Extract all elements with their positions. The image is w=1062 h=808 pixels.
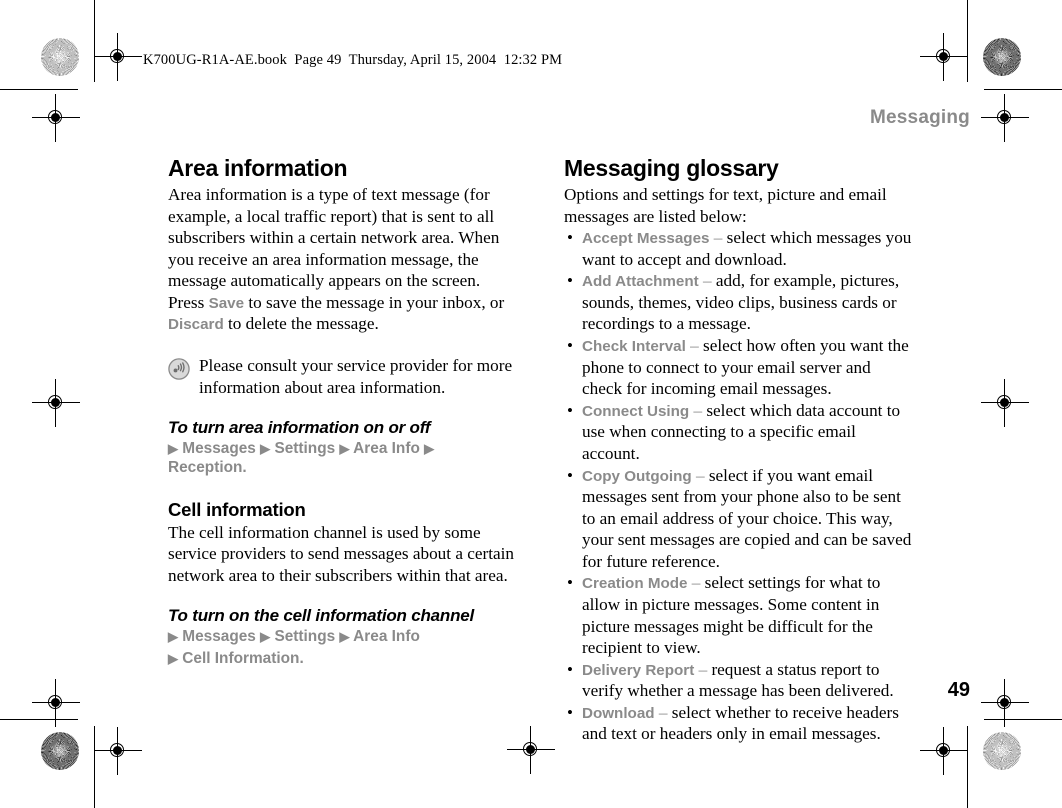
nav-step-area-info: Area Info <box>353 628 420 646</box>
glossary-term: Copy Outgoing <box>582 467 692 485</box>
glossary-dash: – <box>703 271 712 291</box>
list-item: • Download – select whether to receive he… <box>564 702 912 745</box>
glossary-dash: – <box>695 465 705 485</box>
glossary-term: Add Attachment <box>582 273 699 291</box>
bullet-icon: • <box>567 400 573 420</box>
list-item: • Check Interval – select how often you w… <box>564 335 912 400</box>
tip-broadcast-icon <box>168 358 190 380</box>
glossary-dash: – <box>713 228 723 248</box>
arrow-icon: ▶ <box>168 441 178 457</box>
glossary-term: Accept Messages <box>582 230 710 248</box>
list-item: • Delivery Report – request a status repo… <box>564 659 912 702</box>
arrow-icon: ▶ <box>168 629 178 645</box>
intro-text-part-2: to save the message in your inbox, or <box>244 292 505 312</box>
bullet-icon: • <box>567 228 573 248</box>
list-item: • Connect Using – select which data accou… <box>564 400 912 465</box>
glossary-term: Download <box>582 704 655 722</box>
nav-step-reception: Reception <box>168 459 243 477</box>
arrow-icon: ▶ <box>424 441 435 457</box>
bullet-icon: • <box>567 573 573 593</box>
subsection-heading-cell-information: Cell information <box>168 498 306 520</box>
glossary-dash: – <box>658 702 668 722</box>
glossary-list: • Accept Messages – select which messages… <box>564 227 912 745</box>
area-information-intro-paragraph: Area information is a type of text messa… <box>168 184 516 335</box>
gui-label-save: Save <box>208 294 245 312</box>
navigation-path-area-info-reception: ▶ Messages ▶ Settings ▶ Area Info ▶ Rece… <box>168 439 516 478</box>
procedure-heading-turn-area-info-on-off: To turn area information on or off <box>168 418 431 438</box>
source-file-header: K700UG-R1A-AE.book Page 49 Thursday, Apr… <box>143 52 563 68</box>
page-number: 49 <box>947 679 970 701</box>
cell-information-paragraph: The cell information channel is used by … <box>168 522 515 585</box>
nav-step-settings: Settings <box>274 440 336 458</box>
glossary-dash: – <box>693 400 703 420</box>
arrow-icon: ▶ <box>260 629 271 645</box>
section-heading-area-information: Area information <box>168 155 348 181</box>
list-item: • Creation Mode – select settings for wha… <box>564 572 912 658</box>
running-head-chapter-title: Messaging <box>870 107 970 128</box>
arrow-icon: ▶ <box>339 441 350 457</box>
right-column: Messaging glossary Options and settings … <box>564 155 912 745</box>
nav-step-cell-information: Cell Information <box>182 649 300 667</box>
list-item: • Copy Outgoing – select if you want emai… <box>564 465 912 573</box>
list-item: • Accept Messages – select which messages… <box>564 227 912 270</box>
note-callout-text: Please consult your service provider for… <box>199 356 513 397</box>
glossary-dash: – <box>691 573 701 593</box>
note-callout: Please consult your service provider for… <box>168 355 516 398</box>
gui-label-discard: Discard <box>168 316 224 334</box>
bullet-icon: • <box>567 465 573 485</box>
bullet-icon: • <box>567 659 573 679</box>
glossary-term: Connect Using <box>582 402 690 420</box>
arrow-icon: ▶ <box>339 629 350 645</box>
manual-page: K700UG-R1A-AE.book Page 49 Thursday, Apr… <box>0 0 1062 808</box>
intro-text-part-3: to delete the message. <box>223 314 379 334</box>
navigation-path-cell-info-line-2: ▶ Cell Information. <box>168 649 516 668</box>
nav-step-settings: Settings <box>274 628 336 646</box>
navigation-path-cell-info-line-1: ▶ Messages ▶ Settings ▶ Area Info <box>168 627 516 646</box>
bullet-icon: • <box>567 702 573 722</box>
glossary-term: Creation Mode <box>582 575 688 593</box>
section-heading-messaging-glossary: Messaging glossary <box>564 155 779 181</box>
nav-path-terminator: . <box>299 649 304 667</box>
nav-step-messages: Messages <box>182 440 256 458</box>
arrow-icon: ▶ <box>260 441 271 457</box>
glossary-intro-paragraph: Options and settings for text, picture a… <box>564 185 887 226</box>
nav-step-area-info: Area Info <box>353 440 420 458</box>
arrow-icon: ▶ <box>168 650 178 666</box>
bullet-icon: • <box>567 336 573 356</box>
glossary-dash: – <box>690 336 699 356</box>
glossary-term: Check Interval <box>582 338 686 356</box>
procedure-heading-turn-on-cell-information-channel: To turn on the cell information channel <box>168 606 475 626</box>
glossary-dash: – <box>698 659 708 679</box>
bullet-icon: • <box>567 271 573 291</box>
nav-step-messages: Messages <box>182 628 256 646</box>
list-item: • Add Attachment – add, for example, pict… <box>564 270 912 335</box>
nav-path-terminator: . <box>242 459 247 477</box>
left-column: Area information Area information is a t… <box>168 155 516 668</box>
glossary-term: Delivery Report <box>582 661 695 679</box>
